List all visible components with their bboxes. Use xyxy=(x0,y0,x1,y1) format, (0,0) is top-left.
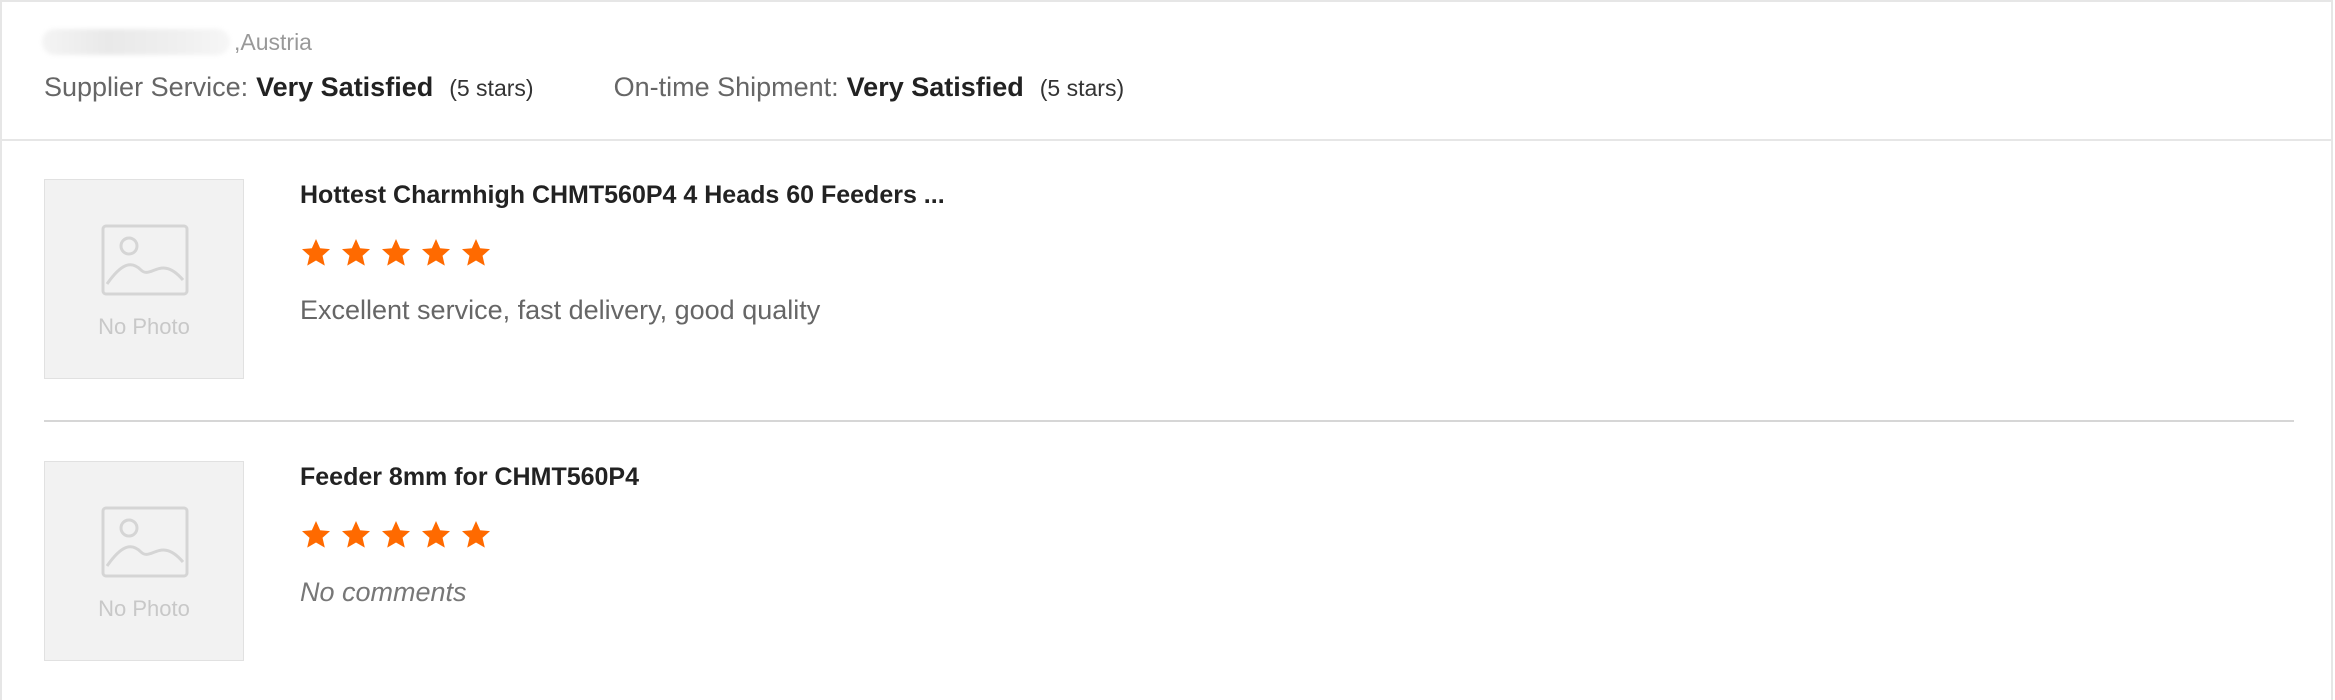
review-header: ,Austria Supplier Service: Very Satisfie… xyxy=(2,2,2331,141)
redacted-buyer-name xyxy=(42,29,230,55)
no-photo-label: No Photo xyxy=(98,314,190,339)
supplier-service-rating: Supplier Service: Very Satisfied (5 star… xyxy=(44,72,534,103)
review-stars xyxy=(300,237,500,269)
buyer-location: ,Austria xyxy=(42,26,312,58)
star-icon xyxy=(462,521,490,548)
review-item: No Photo Feeder 8mm for CHMT560P4 No com… xyxy=(44,461,2294,661)
review-comment: Excellent service, fast delivery, good q… xyxy=(300,295,821,325)
supplier-service-value: Very Satisfied xyxy=(256,72,434,102)
review-comment: No comments xyxy=(300,577,467,607)
product-title-link[interactable]: Hottest Charmhigh CHMT560P4 4 Heads 60 F… xyxy=(300,181,945,210)
on-time-shipment-value: Very Satisfied xyxy=(846,72,1024,102)
review-divider xyxy=(44,420,2294,422)
product-title-link[interactable]: Feeder 8mm for CHMT560P4 xyxy=(300,463,639,492)
no-photo-label: No Photo xyxy=(98,596,190,621)
review-stars xyxy=(300,519,500,551)
image-placeholder-icon xyxy=(101,224,189,296)
star-icon xyxy=(342,521,370,548)
star-icon xyxy=(382,521,410,548)
star-icon xyxy=(382,239,410,266)
supplier-service-stars: (5 stars) xyxy=(449,75,534,101)
image-placeholder-icon xyxy=(101,506,189,578)
star-icon xyxy=(422,521,450,548)
star-icon xyxy=(302,521,330,548)
on-time-shipment-stars: (5 stars) xyxy=(1039,75,1125,101)
star-icon xyxy=(302,239,330,266)
on-time-shipment-rating: On-time Shipment: Very Satisfied (5 star… xyxy=(614,72,1125,103)
on-time-shipment-label: On-time Shipment: xyxy=(613,72,839,102)
overall-ratings: Supplier Service: Very Satisfied (5 star… xyxy=(44,72,1124,103)
star-icon xyxy=(342,239,370,266)
supplier-review-card: ,Austria Supplier Service: Very Satisfie… xyxy=(0,0,2333,700)
product-photo-placeholder[interactable]: No Photo xyxy=(44,461,244,661)
buyer-country: ,Austria xyxy=(234,28,312,55)
star-icon xyxy=(462,239,490,266)
star-icon xyxy=(422,239,450,266)
supplier-service-label: Supplier Service: xyxy=(44,72,249,102)
review-item: No Photo Hottest Charmhigh CHMT560P4 4 H… xyxy=(44,179,2294,379)
product-photo-placeholder[interactable]: No Photo xyxy=(44,179,244,379)
